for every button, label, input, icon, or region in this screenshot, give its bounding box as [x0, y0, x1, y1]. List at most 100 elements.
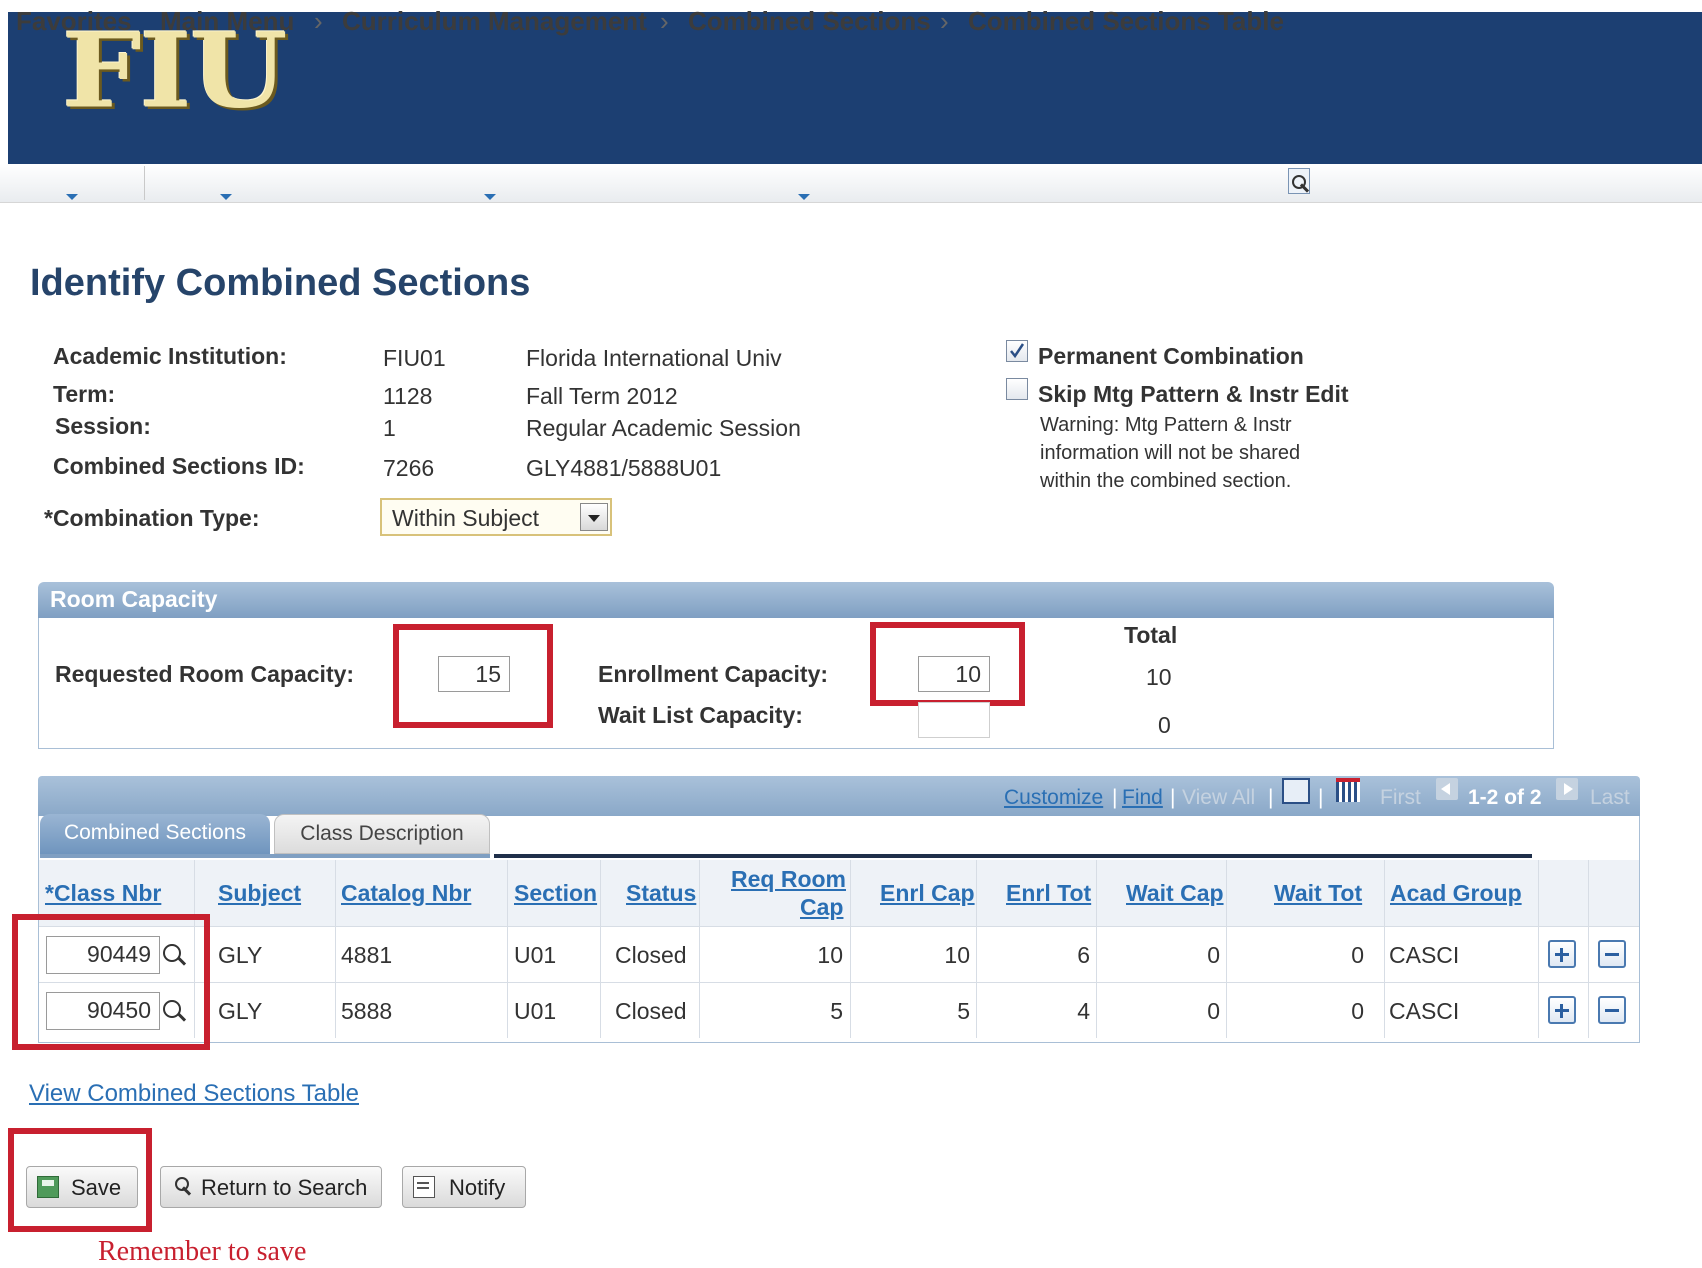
cell-enrl-tot: 6 [1077, 942, 1090, 968]
add-row-icon[interactable] [1548, 996, 1576, 1024]
cell-status: Closed [615, 942, 687, 968]
cell-catalog-nbr: 4881 [341, 942, 393, 968]
dropdown-arrow-icon[interactable] [580, 503, 608, 531]
cell-enrl-cap: 5 [957, 998, 970, 1024]
cell-wait-tot: 0 [1351, 998, 1364, 1024]
main-menu[interactable]: Main Menu [160, 6, 294, 37]
cell-req-room-cap: 10 [817, 942, 843, 968]
col-subject[interactable]: Subject [218, 880, 301, 907]
grid-divider [850, 860, 851, 1038]
notify-button[interactable]: Notify [402, 1166, 526, 1208]
institution-code: FIU01 [383, 345, 446, 371]
col-wait-cap[interactable]: Wait Cap [1126, 880, 1224, 907]
combination-type-select[interactable]: Within Subject [380, 498, 612, 536]
navigation-bar [0, 164, 1702, 203]
warning-line-1: Warning: Mtg Pattern & Instr [1040, 414, 1292, 436]
grid-divider [1096, 860, 1097, 1038]
col-wait-tot[interactable]: Wait Tot [1274, 880, 1362, 907]
grid-divider [600, 860, 601, 1038]
grid-row-divider [39, 982, 1639, 983]
breadcrumb-combined-sections-table[interactable]: Combined Sections Table [968, 6, 1284, 37]
room-capacity-title: Room Capacity [50, 586, 218, 612]
remember-to-save-note: Remember to save [98, 1236, 307, 1267]
save-label: Save [71, 1175, 122, 1200]
cell-subject: GLY [218, 998, 263, 1024]
new-window-icon[interactable] [1282, 778, 1310, 804]
cell-wait-cap: 0 [1207, 942, 1220, 968]
first-link: First [1380, 786, 1421, 809]
previous-arrow-icon [1436, 778, 1458, 800]
nav-pipe: | [1268, 786, 1274, 809]
combination-type-value: Within Subject [392, 505, 540, 531]
term-name: Fall Term 2012 [526, 383, 678, 409]
favorites-menu[interactable]: Favorites [16, 6, 132, 37]
notify-label: Notify [449, 1175, 506, 1200]
delete-row-icon[interactable] [1598, 996, 1626, 1024]
room-capacity-header: Room Capacity [38, 582, 1554, 618]
breadcrumb-separator: › [314, 6, 323, 36]
col-enrl-tot[interactable]: Enrl Tot [1006, 880, 1091, 907]
find-link[interactable]: Find [1122, 786, 1163, 810]
combination-type-label: *Combination Type: [44, 505, 260, 531]
cell-catalog-nbr: 5888 [341, 998, 393, 1024]
wait-list-capacity-input[interactable] [918, 702, 990, 738]
nav-pipe: | [1112, 786, 1118, 809]
tab-combined-sections[interactable]: Combined Sections [40, 814, 270, 854]
tab-active-underline [40, 854, 490, 858]
permanent-combination-checkbox[interactable] [1006, 340, 1028, 362]
col-enrl-cap[interactable]: Enrl Cap [880, 880, 975, 907]
col-class-nbr[interactable]: *Class Nbr [45, 880, 161, 907]
view-all-link: View All [1182, 786, 1256, 809]
combined-sections-id-label: Combined Sections ID: [53, 453, 305, 479]
wait-list-capacity-label: Wait List Capacity: [598, 702, 803, 728]
curriculum-caret-icon [484, 194, 496, 200]
cell-section: U01 [514, 942, 557, 968]
col-status[interactable]: Status [626, 880, 696, 907]
customize-link[interactable]: Customize [1004, 786, 1103, 810]
total-header: Total [1124, 622, 1178, 648]
cell-subject: GLY [218, 942, 263, 968]
col-section[interactable]: Section [514, 880, 597, 907]
nav-divider [144, 166, 145, 200]
breadcrumb-curriculum-management[interactable]: Curriculum Management [342, 6, 647, 37]
cell-section: U01 [514, 998, 557, 1024]
session-code: 1 [383, 415, 396, 441]
grid-divider [507, 860, 508, 1038]
grid-divider [1226, 860, 1227, 1038]
grid-divider [976, 860, 977, 1038]
download-spreadsheet-icon[interactable] [1336, 778, 1360, 802]
view-combined-sections-table-link[interactable]: View Combined Sections Table [29, 1080, 359, 1108]
main-menu-caret-icon [220, 194, 232, 200]
return-to-search-button[interactable]: Return to Search [160, 1166, 382, 1208]
notify-icon [413, 1176, 435, 1198]
col-acad-group[interactable]: Acad Group [1390, 880, 1522, 907]
tab-class-description[interactable]: Class Description [274, 814, 490, 854]
add-row-icon[interactable] [1548, 940, 1576, 968]
requested-room-capacity-label: Requested Room Capacity: [55, 661, 355, 687]
warning-line-2: information will not be shared [1040, 442, 1301, 464]
term-label: Term: [53, 381, 116, 407]
delete-row-icon[interactable] [1598, 940, 1626, 968]
cell-enrl-cap: 10 [944, 942, 970, 968]
breadcrumb-combined-sections[interactable]: Combined Sections [688, 6, 931, 37]
institution-label: Academic Institution: [53, 343, 287, 369]
nav-pipe: | [1170, 786, 1176, 809]
cell-enrl-tot: 4 [1077, 998, 1090, 1024]
col-req-room-cap[interactable]: Cap [800, 894, 843, 921]
grid-divider [1588, 860, 1589, 1038]
total-enrollment: 10 [1146, 664, 1172, 690]
col-req-room[interactable]: Req Room [731, 866, 846, 893]
warning-line-3: within the combined section. [1040, 470, 1292, 492]
col-catalog-nbr[interactable]: Catalog Nbr [341, 880, 471, 907]
enrollment-capacity-input[interactable]: 10 [918, 656, 990, 692]
skip-mtg-pattern-checkbox[interactable] [1006, 378, 1028, 400]
save-button[interactable]: Save [26, 1166, 138, 1208]
skip-mtg-pattern-label: Skip Mtg Pattern & Instr Edit [1038, 381, 1349, 407]
page-search-icon[interactable] [1288, 168, 1310, 194]
requested-room-capacity-input[interactable]: 15 [438, 656, 510, 692]
combined-sections-name: GLY4881/5888U01 [526, 455, 722, 481]
save-icon [37, 1176, 59, 1198]
nav-pipe: | [1318, 786, 1324, 809]
next-arrow-icon [1556, 778, 1578, 800]
combined-sections-id: 7266 [383, 455, 435, 481]
